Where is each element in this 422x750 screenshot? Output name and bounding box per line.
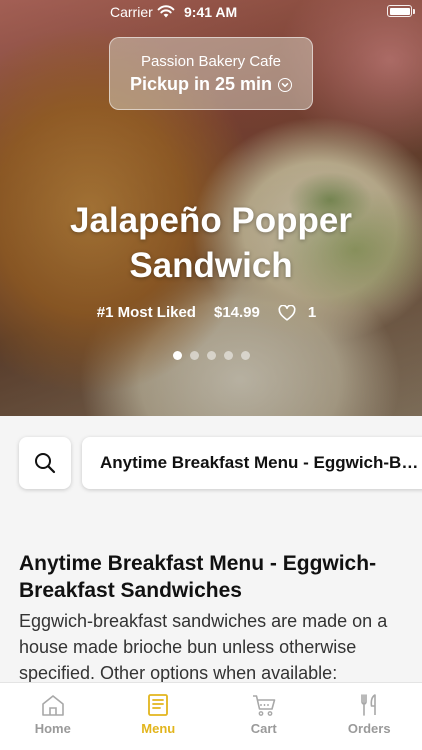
tab-home-label: Home [34,721,71,736]
tab-menu[interactable]: Menu [106,683,212,750]
rank-badge: #1 Most Liked [96,304,196,321]
featured-item-title: Jalapeño Popper Sandwich [0,198,422,288]
section-description: Eggwich-breakfast sandwiches are made on… [19,611,388,683]
store-selector-button[interactable]: Passion Bakery Cafe Pickup in 25 min [109,37,313,110]
store-name: Passion Bakery Cafe [140,53,282,70]
home-icon [41,695,64,716]
clock: 9:41 AM [184,4,238,20]
featured-item-title-line2: Sandwich [129,246,293,285]
cart-icon [252,695,276,716]
featured-item-meta: #1 Most Liked $14.99 1 [0,304,422,321]
tab-bar: Home Menu Cart Orders [0,682,422,750]
search-button[interactable] [19,437,71,489]
carrier-label: Carrier [110,4,153,20]
tab-cart-label: Cart [250,721,277,736]
carousel-dot[interactable] [189,351,199,360]
carousel-dot[interactable] [240,351,250,360]
like-button[interactable]: 1 [278,304,325,321]
carousel-pagination[interactable] [0,351,422,360]
hero-image[interactable]: Carrier 9:41 AM Passion Bakery Cafe Pick… [0,0,422,416]
menu-icon [148,694,169,716]
carousel-dot[interactable] [206,351,216,360]
tab-orders[interactable]: Orders [317,683,422,750]
tab-orders-label: Orders [347,721,391,736]
tab-home[interactable]: Home [0,683,106,750]
tab-cart[interactable]: Cart [211,683,317,750]
price-label: $14.99 [213,304,260,321]
chevron-down-circle-icon [278,77,293,92]
status-bar: Carrier 9:41 AM [0,0,422,24]
category-selector[interactable]: Anytime Breakfast Menu - Eggwich-Breakfa… [82,437,422,489]
wifi-icon [157,5,175,18]
orders-icon [361,694,377,716]
carousel-dot[interactable] [172,351,182,360]
battery-icon [387,5,415,17]
featured-item-title-line1: Jalapeño Popper [69,201,353,240]
like-count: 1 [307,304,317,321]
section-title: Anytime Breakfast Menu - Eggwich-Breakfa… [19,552,377,602]
category-label: Anytime Breakfast Menu - Eggwich-Breakfa… [100,453,422,472]
tab-menu-label: Menu [141,721,176,736]
heart-icon [278,304,296,321]
pickup-time: Pickup in 25 min [129,74,273,94]
carousel-dot[interactable] [223,351,233,360]
search-icon [35,453,56,474]
